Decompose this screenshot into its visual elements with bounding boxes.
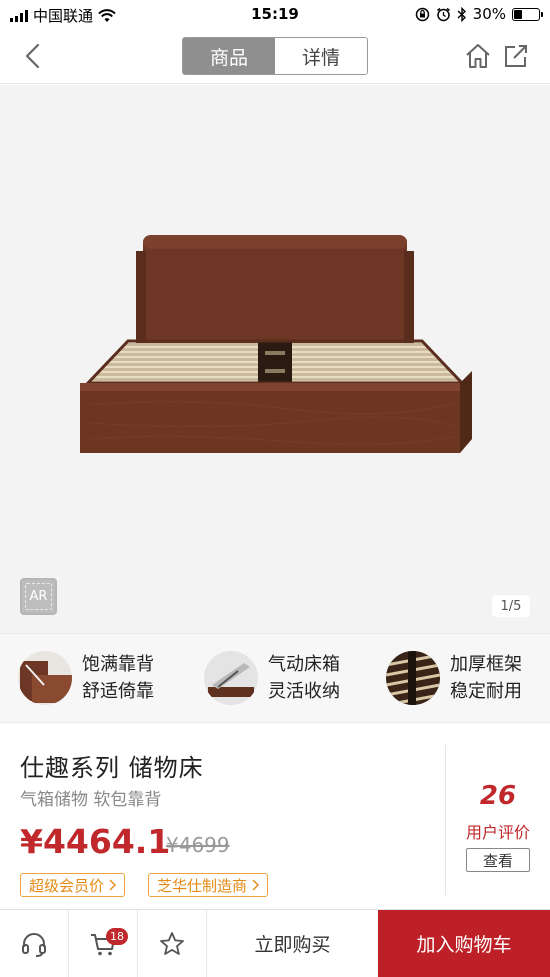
feature-line2: 灵活收纳: [268, 681, 340, 702]
tag-manufacturer[interactable]: 芝华仕制造商: [148, 873, 269, 897]
feature-thumbnail-backrest: [18, 651, 72, 705]
share-icon[interactable]: [502, 42, 530, 70]
buy-now-button[interactable]: 立即购买: [207, 910, 378, 977]
review-label: 用户评价: [465, 823, 530, 842]
bluetooth-icon: [457, 6, 466, 22]
product-subtitle: 气箱储物 软包靠背: [20, 790, 162, 810]
feature-text: 饱满靠背 舒适倚靠: [82, 651, 154, 705]
product-image: [80, 235, 472, 453]
cart-badge: 18: [106, 928, 128, 945]
feature-line2: 舒适倚靠: [82, 681, 154, 702]
tag-member-price[interactable]: 超级会员价: [20, 873, 126, 897]
product-title: 仕趣系列 储物床: [20, 754, 204, 782]
product-price: ¥4464.1: [20, 822, 171, 861]
battery-percent: 30%: [472, 5, 506, 23]
feature-item: 加厚框架 稳定耐用: [368, 634, 550, 722]
image-pager: 1/5: [492, 595, 530, 617]
home-icon[interactable]: [464, 42, 492, 70]
bottom-action-bar: 18 立即购买 加入购物车: [0, 909, 550, 977]
feature-item: 气动床箱 灵活收纳: [182, 634, 368, 722]
headset-icon: [22, 932, 46, 957]
tag-label: 芝华仕制造商: [157, 876, 248, 895]
feature-text: 加厚框架 稳定耐用: [450, 651, 522, 705]
tab-details[interactable]: 详情: [275, 38, 367, 74]
feature-line1: 加厚框架: [450, 654, 522, 675]
feature-text: 气动床箱 灵活收纳: [268, 651, 340, 705]
product-gallery[interactable]: AR 1/5: [0, 85, 550, 633]
feature-thumbnail-frame: [386, 651, 440, 705]
review-count: 26: [479, 781, 517, 811]
product-info: 仕趣系列 储物床 气箱储物 软包靠背 ¥4464.1 ¥4699 超级会员价 芝…: [0, 723, 550, 909]
view-reviews-button[interactable]: 查看: [466, 848, 530, 872]
favorite-button[interactable]: [138, 910, 207, 977]
nav-bar: 商品 详情: [0, 28, 550, 84]
battery-fill: [514, 9, 522, 19]
add-to-cart-button[interactable]: 加入购物车: [378, 910, 550, 977]
status-right: 30%: [415, 5, 543, 23]
cart-button[interactable]: 18: [69, 910, 138, 977]
feature-thumbnail-storage: [204, 651, 258, 705]
back-icon[interactable]: [18, 40, 50, 72]
rotation-lock-icon: [415, 7, 429, 21]
feature-line1: 气动床箱: [268, 654, 340, 675]
star-icon: [160, 931, 184, 955]
feature-item: 饱满靠背 舒适倚靠: [0, 634, 182, 722]
chevron-right-icon: [252, 879, 260, 891]
customer-service-button[interactable]: [0, 910, 69, 977]
segmented-control: 商品 详情: [182, 37, 368, 75]
feature-line2: 稳定耐用: [450, 681, 522, 702]
original-price: ¥4699: [166, 833, 230, 857]
feature-strip: 饱满靠背舒适倚靠 气动床箱灵活收纳 加厚框架稳定耐用: [0, 633, 550, 723]
tag-label: 超级会员价: [29, 876, 105, 895]
battery-icon: [512, 7, 543, 21]
chevron-right-icon: [109, 879, 117, 891]
feature-line1: 饱满靠背: [82, 654, 154, 675]
status-bar: 中国联通 15:19 30%: [0, 0, 550, 28]
alarm-icon: [436, 7, 450, 21]
ar-button[interactable]: AR: [20, 578, 57, 615]
tab-product[interactable]: 商品: [183, 38, 275, 74]
